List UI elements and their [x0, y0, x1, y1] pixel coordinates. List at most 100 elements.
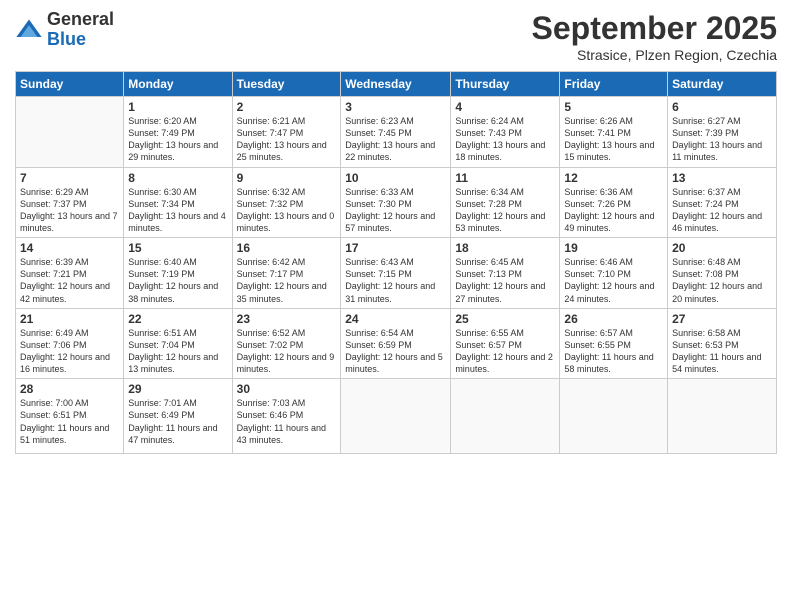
day-number: 9	[237, 171, 337, 185]
day-cell	[451, 379, 560, 454]
weekday-header-tuesday: Tuesday	[232, 72, 341, 97]
title-block: September 2025 Strasice, Plzen Region, C…	[532, 10, 777, 63]
day-cell: 27Sunrise: 6:58 AMSunset: 6:53 PMDayligh…	[668, 308, 777, 379]
day-cell: 13Sunrise: 6:37 AMSunset: 7:24 PMDayligh…	[668, 167, 777, 238]
weekday-header-sunday: Sunday	[16, 72, 124, 97]
day-cell: 21Sunrise: 6:49 AMSunset: 7:06 PMDayligh…	[16, 308, 124, 379]
week-row-3: 14Sunrise: 6:39 AMSunset: 7:21 PMDayligh…	[16, 238, 777, 309]
day-cell: 26Sunrise: 6:57 AMSunset: 6:55 PMDayligh…	[560, 308, 668, 379]
week-row-1: 1Sunrise: 6:20 AMSunset: 7:49 PMDaylight…	[16, 97, 777, 168]
day-number: 16	[237, 241, 337, 255]
day-cell: 15Sunrise: 6:40 AMSunset: 7:19 PMDayligh…	[124, 238, 232, 309]
day-info: Sunrise: 6:27 AMSunset: 7:39 PMDaylight:…	[672, 115, 772, 164]
day-number: 20	[672, 241, 772, 255]
day-number: 2	[237, 100, 337, 114]
day-cell: 18Sunrise: 6:45 AMSunset: 7:13 PMDayligh…	[451, 238, 560, 309]
logo-general: General	[47, 9, 114, 29]
day-cell	[560, 379, 668, 454]
day-info: Sunrise: 6:54 AMSunset: 6:59 PMDaylight:…	[345, 327, 446, 376]
day-number: 19	[564, 241, 663, 255]
day-info: Sunrise: 6:45 AMSunset: 7:13 PMDaylight:…	[455, 256, 555, 305]
day-info: Sunrise: 6:33 AMSunset: 7:30 PMDaylight:…	[345, 186, 446, 235]
day-cell: 6Sunrise: 6:27 AMSunset: 7:39 PMDaylight…	[668, 97, 777, 168]
day-number: 3	[345, 100, 446, 114]
day-cell: 23Sunrise: 6:52 AMSunset: 7:02 PMDayligh…	[232, 308, 341, 379]
day-info: Sunrise: 6:43 AMSunset: 7:15 PMDaylight:…	[345, 256, 446, 305]
day-cell: 9Sunrise: 6:32 AMSunset: 7:32 PMDaylight…	[232, 167, 341, 238]
weekday-header-friday: Friday	[560, 72, 668, 97]
day-number: 18	[455, 241, 555, 255]
day-number: 22	[128, 312, 227, 326]
day-info: Sunrise: 6:36 AMSunset: 7:26 PMDaylight:…	[564, 186, 663, 235]
day-number: 8	[128, 171, 227, 185]
day-info: Sunrise: 7:00 AMSunset: 6:51 PMDaylight:…	[20, 397, 119, 446]
day-info: Sunrise: 6:20 AMSunset: 7:49 PMDaylight:…	[128, 115, 227, 164]
day-info: Sunrise: 6:48 AMSunset: 7:08 PMDaylight:…	[672, 256, 772, 305]
day-cell: 25Sunrise: 6:55 AMSunset: 6:57 PMDayligh…	[451, 308, 560, 379]
day-cell: 7Sunrise: 6:29 AMSunset: 7:37 PMDaylight…	[16, 167, 124, 238]
day-info: Sunrise: 6:30 AMSunset: 7:34 PMDaylight:…	[128, 186, 227, 235]
subtitle: Strasice, Plzen Region, Czechia	[532, 47, 777, 63]
day-number: 10	[345, 171, 446, 185]
day-cell	[668, 379, 777, 454]
day-number: 13	[672, 171, 772, 185]
day-cell: 29Sunrise: 7:01 AMSunset: 6:49 PMDayligh…	[124, 379, 232, 454]
day-info: Sunrise: 6:37 AMSunset: 7:24 PMDaylight:…	[672, 186, 772, 235]
day-info: Sunrise: 6:51 AMSunset: 7:04 PMDaylight:…	[128, 327, 227, 376]
day-cell	[341, 379, 451, 454]
day-number: 28	[20, 382, 119, 396]
page: General Blue September 2025 Strasice, Pl…	[0, 0, 792, 612]
day-number: 17	[345, 241, 446, 255]
day-number: 23	[237, 312, 337, 326]
logo-icon	[15, 16, 43, 44]
day-number: 29	[128, 382, 227, 396]
day-info: Sunrise: 6:49 AMSunset: 7:06 PMDaylight:…	[20, 327, 119, 376]
day-info: Sunrise: 6:57 AMSunset: 6:55 PMDaylight:…	[564, 327, 663, 376]
calendar-table: SundayMondayTuesdayWednesdayThursdayFrid…	[15, 71, 777, 454]
logo: General Blue	[15, 10, 114, 50]
day-cell: 30Sunrise: 7:03 AMSunset: 6:46 PMDayligh…	[232, 379, 341, 454]
day-info: Sunrise: 6:40 AMSunset: 7:19 PMDaylight:…	[128, 256, 227, 305]
day-cell: 1Sunrise: 6:20 AMSunset: 7:49 PMDaylight…	[124, 97, 232, 168]
day-number: 1	[128, 100, 227, 114]
day-number: 15	[128, 241, 227, 255]
weekday-header-monday: Monday	[124, 72, 232, 97]
day-number: 27	[672, 312, 772, 326]
week-row-5: 28Sunrise: 7:00 AMSunset: 6:51 PMDayligh…	[16, 379, 777, 454]
day-info: Sunrise: 6:23 AMSunset: 7:45 PMDaylight:…	[345, 115, 446, 164]
day-number: 4	[455, 100, 555, 114]
day-info: Sunrise: 6:34 AMSunset: 7:28 PMDaylight:…	[455, 186, 555, 235]
day-number: 7	[20, 171, 119, 185]
day-info: Sunrise: 6:39 AMSunset: 7:21 PMDaylight:…	[20, 256, 119, 305]
day-cell: 2Sunrise: 6:21 AMSunset: 7:47 PMDaylight…	[232, 97, 341, 168]
day-cell: 10Sunrise: 6:33 AMSunset: 7:30 PMDayligh…	[341, 167, 451, 238]
day-cell: 28Sunrise: 7:00 AMSunset: 6:51 PMDayligh…	[16, 379, 124, 454]
day-cell: 5Sunrise: 6:26 AMSunset: 7:41 PMDaylight…	[560, 97, 668, 168]
day-number: 12	[564, 171, 663, 185]
day-info: Sunrise: 6:58 AMSunset: 6:53 PMDaylight:…	[672, 327, 772, 376]
day-info: Sunrise: 6:21 AMSunset: 7:47 PMDaylight:…	[237, 115, 337, 164]
day-number: 5	[564, 100, 663, 114]
weekday-header-thursday: Thursday	[451, 72, 560, 97]
day-info: Sunrise: 6:52 AMSunset: 7:02 PMDaylight:…	[237, 327, 337, 376]
day-cell: 20Sunrise: 6:48 AMSunset: 7:08 PMDayligh…	[668, 238, 777, 309]
weekday-header-saturday: Saturday	[668, 72, 777, 97]
day-cell: 16Sunrise: 6:42 AMSunset: 7:17 PMDayligh…	[232, 238, 341, 309]
day-number: 14	[20, 241, 119, 255]
day-number: 30	[237, 382, 337, 396]
day-cell: 8Sunrise: 6:30 AMSunset: 7:34 PMDaylight…	[124, 167, 232, 238]
day-info: Sunrise: 6:24 AMSunset: 7:43 PMDaylight:…	[455, 115, 555, 164]
day-number: 24	[345, 312, 446, 326]
day-number: 11	[455, 171, 555, 185]
day-cell: 24Sunrise: 6:54 AMSunset: 6:59 PMDayligh…	[341, 308, 451, 379]
day-info: Sunrise: 6:46 AMSunset: 7:10 PMDaylight:…	[564, 256, 663, 305]
logo-text: General Blue	[47, 10, 114, 50]
week-row-4: 21Sunrise: 6:49 AMSunset: 7:06 PMDayligh…	[16, 308, 777, 379]
day-cell: 4Sunrise: 6:24 AMSunset: 7:43 PMDaylight…	[451, 97, 560, 168]
day-cell: 22Sunrise: 6:51 AMSunset: 7:04 PMDayligh…	[124, 308, 232, 379]
weekday-header-row: SundayMondayTuesdayWednesdayThursdayFrid…	[16, 72, 777, 97]
month-title: September 2025	[532, 10, 777, 47]
day-cell	[16, 97, 124, 168]
week-row-2: 7Sunrise: 6:29 AMSunset: 7:37 PMDaylight…	[16, 167, 777, 238]
day-info: Sunrise: 6:26 AMSunset: 7:41 PMDaylight:…	[564, 115, 663, 164]
